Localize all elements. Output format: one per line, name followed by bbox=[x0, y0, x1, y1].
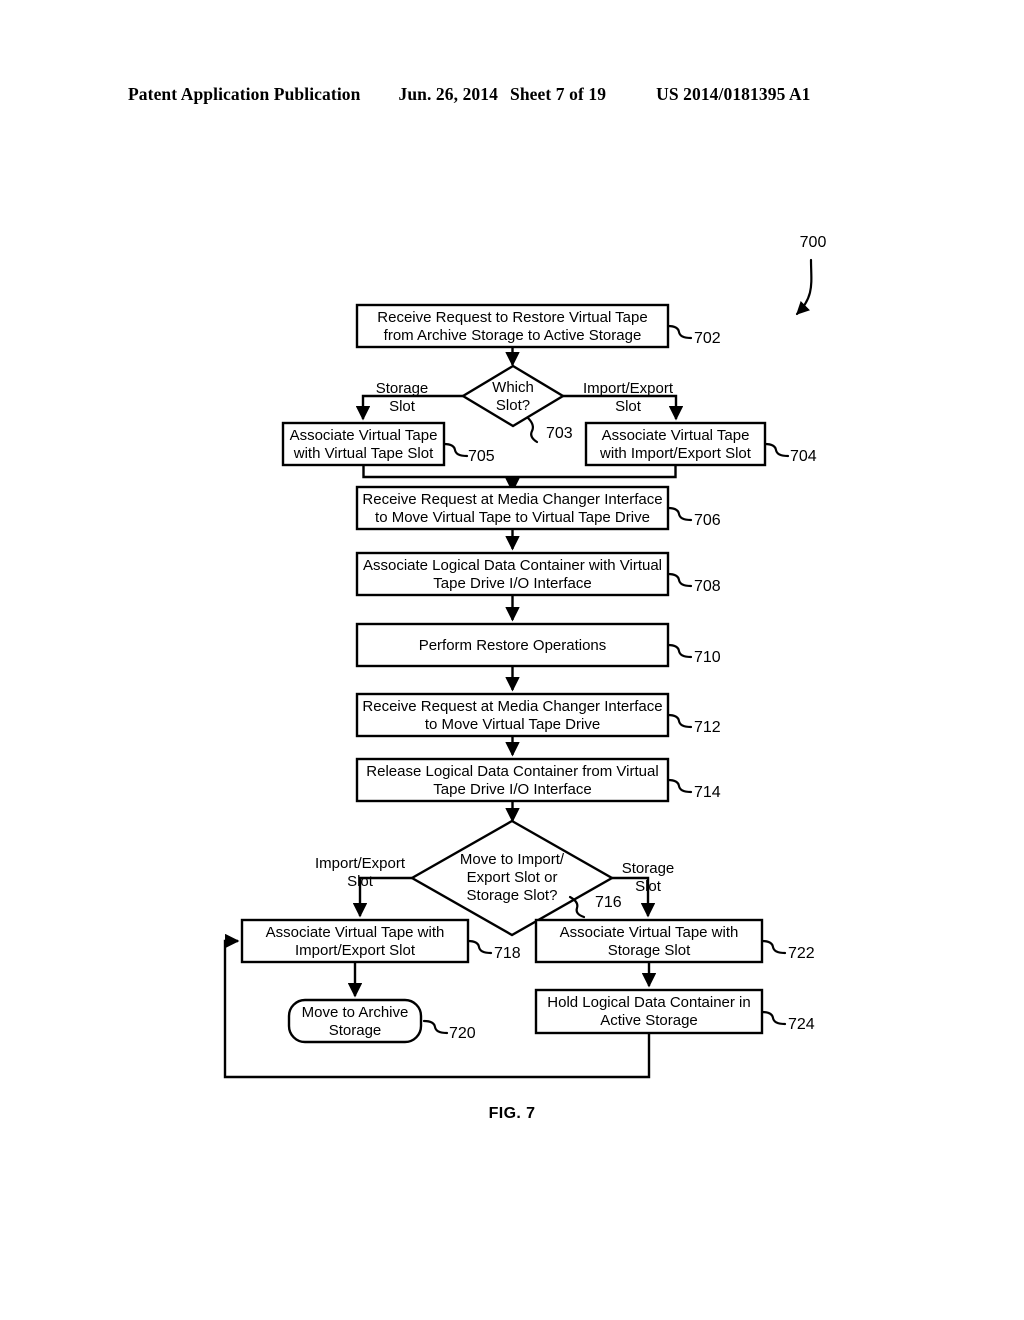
node-718-ref: 718 bbox=[494, 945, 521, 962]
node-718-ref-leader bbox=[466, 939, 493, 955]
node-708-ref-leader bbox=[666, 572, 693, 588]
node-703-ref: 703 bbox=[546, 425, 573, 442]
node-720-ref-leader bbox=[422, 1019, 449, 1035]
node-702-line-2: from Archive Storage to Active Storage bbox=[384, 327, 642, 344]
node-724-ref: 724 bbox=[788, 1016, 815, 1033]
figure-ref-700-leader bbox=[795, 258, 813, 316]
node-718-line-2: Import/Export Slot bbox=[295, 942, 416, 959]
node-712-line-2: to Move Virtual Tape Drive bbox=[425, 716, 600, 733]
node-706-line-1: Receive Request at Media Changer Interfa… bbox=[362, 491, 662, 508]
node-714-ref-leader bbox=[666, 778, 693, 794]
node-724-line-1: Hold Logical Data Container in bbox=[547, 994, 750, 1011]
patent-figure-page: Patent Application Publication Jun. 26, … bbox=[0, 0, 1024, 1320]
node-724-line-2: Active Storage bbox=[600, 1012, 698, 1029]
node-710-ref-leader bbox=[666, 643, 693, 659]
node-714-ref: 714 bbox=[694, 784, 721, 801]
node-722-line-1: Associate Virtual Tape with bbox=[560, 924, 739, 941]
node-702-ref-leader bbox=[666, 324, 693, 340]
node-716-line-1: Move to Import/ bbox=[460, 851, 565, 868]
node-708-ref: 708 bbox=[694, 578, 721, 595]
node-714-line-2: Tape Drive I/O Interface bbox=[433, 781, 591, 798]
node-712-ref: 712 bbox=[694, 719, 721, 736]
node-705-ref: 705 bbox=[468, 448, 495, 465]
edge-label-storage-slot-top-line-2: Slot bbox=[389, 398, 416, 415]
node-716-line-3: Storage Slot? bbox=[467, 887, 558, 904]
node-702-ref: 702 bbox=[694, 330, 721, 347]
node-703-line-1: Which bbox=[492, 379, 534, 396]
node-720-ref: 720 bbox=[449, 1025, 476, 1042]
node-703-diamond bbox=[460, 364, 566, 428]
figure-ref-700: 700 bbox=[800, 234, 827, 251]
node-705-ref-leader bbox=[442, 442, 469, 458]
node-704-ref-leader bbox=[763, 442, 790, 458]
node-724-ref-leader bbox=[760, 1010, 787, 1026]
edge-label-storage-slot-bottom-line-1: Storage bbox=[622, 860, 675, 877]
node-718-line-1: Associate Virtual Tape with bbox=[266, 924, 445, 941]
node-706-ref: 706 bbox=[694, 512, 721, 529]
node-706-line-2: to Move Virtual Tape to Virtual Tape Dri… bbox=[375, 509, 650, 526]
node-702-line-1: Receive Request to Restore Virtual Tape bbox=[377, 309, 647, 326]
node-704-line-1: Associate Virtual Tape bbox=[602, 427, 750, 444]
node-722-ref-leader bbox=[760, 939, 787, 955]
node-710-ref: 710 bbox=[694, 649, 721, 666]
edge-label-import-export-slot-top-line-1: Import/Export bbox=[583, 380, 674, 397]
node-722-line-2: Storage Slot bbox=[608, 942, 691, 959]
node-708-line-1: Associate Logical Data Container with Vi… bbox=[363, 557, 662, 574]
node-720-line-2: Storage bbox=[329, 1022, 382, 1039]
node-703-ref-leader bbox=[526, 416, 539, 444]
node-712-line-1: Receive Request at Media Changer Interfa… bbox=[362, 698, 662, 715]
node-714-line-1: Release Logical Data Container from Virt… bbox=[366, 763, 658, 780]
node-706-ref-leader bbox=[666, 506, 693, 522]
node-720-line-1: Move to Archive bbox=[302, 1004, 409, 1021]
node-716-line-2: Export Slot or bbox=[467, 869, 558, 886]
edge-label-storage-slot-top-line-1: Storage bbox=[376, 380, 429, 397]
edge-704-merge bbox=[512, 465, 677, 479]
figure-caption: FIG. 7 bbox=[488, 1105, 536, 1122]
node-708-line-2: Tape Drive I/O Interface bbox=[433, 575, 591, 592]
node-704-ref: 704 bbox=[790, 448, 817, 465]
node-710-line-1: Perform Restore Operations bbox=[419, 637, 607, 654]
node-703-line-2: Slot? bbox=[496, 397, 530, 414]
edge-label-import-export-slot-top-line-2: Slot bbox=[615, 398, 642, 415]
edge-label-import-export-slot-bottom-line-1: Import/Export bbox=[315, 855, 406, 872]
node-722-ref: 722 bbox=[788, 945, 815, 962]
node-704-line-2: with Import/Export Slot bbox=[599, 445, 752, 462]
node-705-line-2: with Virtual Tape Slot bbox=[293, 445, 434, 462]
node-716-ref: 716 bbox=[595, 894, 622, 911]
edge-705-merge bbox=[362, 465, 513, 479]
node-712-ref-leader bbox=[666, 713, 693, 729]
node-705-line-1: Associate Virtual Tape bbox=[290, 427, 438, 444]
